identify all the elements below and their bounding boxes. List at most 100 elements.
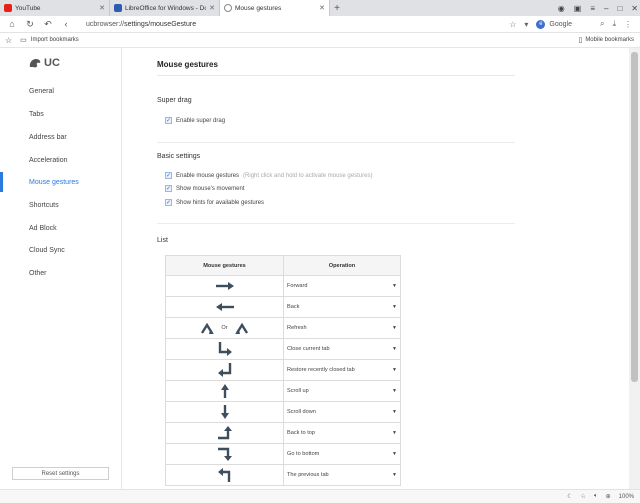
gesture-cell: Or — [165, 317, 284, 339]
squirrel-icon — [29, 59, 41, 68]
sidebar-item-ad-block[interactable]: Ad Block — [0, 218, 122, 238]
gesture-cell — [165, 338, 284, 360]
menu-icon[interactable]: ≡ — [590, 4, 595, 13]
chevron-down-icon[interactable]: ▾ — [524, 20, 528, 29]
page-title: Mouse gestures — [157, 60, 218, 69]
navigation-bar: ⌂ ↻ ↶ ‹ ucbrowser://settings/mouseGestur… — [0, 16, 640, 33]
sidebar-item-shortcuts[interactable]: Shortcuts — [0, 195, 122, 215]
show-hints-option[interactable]: ✓ Show hints for available gestures — [165, 199, 264, 206]
gesture-cell — [165, 464, 284, 486]
operation-dropdown[interactable]: Go to bottom ▼ — [283, 443, 401, 465]
reset-settings-button[interactable]: Reset settings — [12, 467, 109, 480]
status-bar: ☾ ♘ 🔈︎ ⊕ 100% — [0, 489, 640, 503]
phone-icon: ▯ — [578, 37, 583, 44]
operation-dropdown[interactable]: Scroll up ▼ — [283, 380, 401, 402]
close-icon[interactable]: ✕ — [209, 4, 215, 12]
operation-dropdown[interactable]: Forward ▼ — [283, 275, 401, 297]
eye-icon[interactable]: ◉ — [558, 4, 565, 13]
checkbox-checked-icon[interactable]: ✓ — [165, 199, 172, 206]
address-bar[interactable]: ucbrowser://settings/mouseGesture — [86, 21, 509, 28]
sidebar-item-acceleration[interactable]: Acceleration — [0, 150, 122, 170]
dropdown-arrow-icon: ▼ — [392, 325, 397, 331]
gesture-cell — [165, 380, 284, 402]
table-row: Scroll up ▼ — [165, 380, 401, 402]
sidebar-item-general[interactable]: General — [0, 81, 122, 101]
checkbox-checked-icon[interactable]: ✓ — [165, 172, 172, 179]
close-window-icon[interactable]: ✕ — [631, 4, 638, 13]
left-arrow-icon — [215, 303, 234, 311]
list-heading: List — [157, 237, 168, 244]
window-controls: ◉ ▣ ≡ – □ ✕ — [558, 0, 638, 16]
tab-mouse-gestures[interactable]: Mouse gestures ✕ — [220, 0, 330, 16]
zoom-level[interactable]: 100% — [619, 494, 634, 500]
youtube-favicon-icon — [4, 4, 12, 12]
gesture-cell — [165, 422, 284, 444]
table-row: Scroll down ▼ — [165, 401, 401, 423]
minimize-icon[interactable]: – — [604, 4, 608, 13]
sidebar-item-mouse-gestures[interactable]: Mouse gestures — [0, 172, 122, 192]
undo-icon[interactable]: ↶ — [42, 19, 54, 30]
new-tab-button[interactable]: + — [330, 0, 344, 16]
import-bookmarks-link[interactable]: Import bookmarks — [31, 37, 79, 43]
table-header-row: Mouse gestures Operation — [165, 255, 401, 276]
sidebar-item-cloud-sync[interactable]: Cloud Sync — [0, 240, 122, 260]
or-label: Or — [221, 325, 228, 331]
operation-dropdown[interactable]: Back ▼ — [283, 296, 401, 318]
operation-label: Back to top — [287, 430, 315, 436]
mobile-bookmarks-link[interactable]: ▯ Mobile bookmarks — [578, 36, 634, 44]
up-down-gesture-icon — [200, 322, 214, 334]
more-icon[interactable]: ⋮ — [624, 20, 632, 29]
close-icon[interactable]: ✕ — [319, 4, 325, 12]
enable-gestures-option[interactable]: ✓ Enable mouse gestures (Right click and… — [165, 172, 372, 179]
operation-dropdown[interactable]: Restore recently closed tab ▼ — [283, 359, 401, 381]
operation-label: The previous tab — [287, 472, 329, 478]
operation-label: Back — [287, 304, 300, 310]
operation-dropdown[interactable]: Close current tab ▼ — [283, 338, 401, 360]
maximize-icon[interactable]: □ — [617, 4, 622, 13]
squirrel-status-icon[interactable]: ♘ — [581, 493, 586, 500]
download-icon[interactable]: ⤓ — [612, 19, 616, 29]
home-icon[interactable]: ⌂ — [6, 19, 18, 29]
show-movement-option[interactable]: ✓ Show mouse's movement — [165, 185, 245, 192]
gesture-cell — [165, 443, 284, 465]
bookmark-star-icon[interactable]: ☆ — [5, 36, 12, 45]
reload-icon[interactable]: ↻ — [24, 19, 36, 30]
super-drag-heading: Super drag — [157, 97, 192, 104]
option-label: Enable super drag — [176, 117, 226, 124]
operation-dropdown[interactable]: Scroll down ▼ — [283, 401, 401, 423]
checkbox-checked-icon[interactable]: ✓ — [165, 185, 172, 192]
sidebar-item-address-bar[interactable]: Address bar — [0, 127, 122, 147]
url-scheme: ucbrowser:// — [86, 20, 125, 28]
gesture-cell — [165, 359, 284, 381]
divider — [157, 223, 515, 224]
dropdown-arrow-icon: ▼ — [392, 430, 397, 436]
night-mode-icon[interactable]: ☾ — [567, 493, 572, 500]
close-icon[interactable]: ✕ — [99, 4, 105, 12]
tab-libreoffice[interactable]: LibreOffice for Windows - Do ✕ — [110, 0, 220, 16]
operation-dropdown[interactable]: The previous tab ▼ — [283, 464, 401, 486]
super-drag-option[interactable]: ✓ Enable super drag — [165, 117, 225, 124]
sidebar-item-other[interactable]: Other — [0, 263, 122, 283]
search-icon[interactable]: ⌕ — [600, 19, 604, 29]
checkbox-checked-icon[interactable]: ✓ — [165, 117, 172, 124]
shield-icon[interactable]: ▣ — [574, 4, 582, 13]
settings-favicon-icon — [224, 4, 232, 12]
vertical-scrollbar[interactable] — [629, 48, 640, 489]
tab-youtube[interactable]: YouTube ✕ — [0, 0, 110, 16]
table-row: The previous tab ▼ — [165, 464, 401, 486]
star-icon[interactable]: ☆ — [509, 20, 516, 29]
volume-icon[interactable]: 🔈︎ — [594, 493, 598, 500]
scrollbar-thumb[interactable] — [631, 52, 638, 382]
back-icon[interactable]: ‹ — [60, 19, 72, 29]
zoom-icon[interactable]: ⊕ — [606, 493, 611, 500]
option-label: Show mouse's movement — [176, 185, 245, 192]
operation-dropdown[interactable]: Refresh ▼ — [283, 317, 401, 339]
down-right-gesture-icon — [218, 342, 232, 356]
search-engine-selector[interactable]: e Google — [536, 19, 572, 29]
divider — [157, 142, 515, 143]
up-down-gesture-icon — [235, 322, 249, 334]
sidebar-item-tabs[interactable]: Tabs — [0, 104, 122, 124]
mobile-bookmarks-label: Mobile bookmarks — [585, 37, 634, 43]
table-row: Forward ▼ — [165, 275, 401, 297]
operation-dropdown[interactable]: Back to top ▼ — [283, 422, 401, 444]
